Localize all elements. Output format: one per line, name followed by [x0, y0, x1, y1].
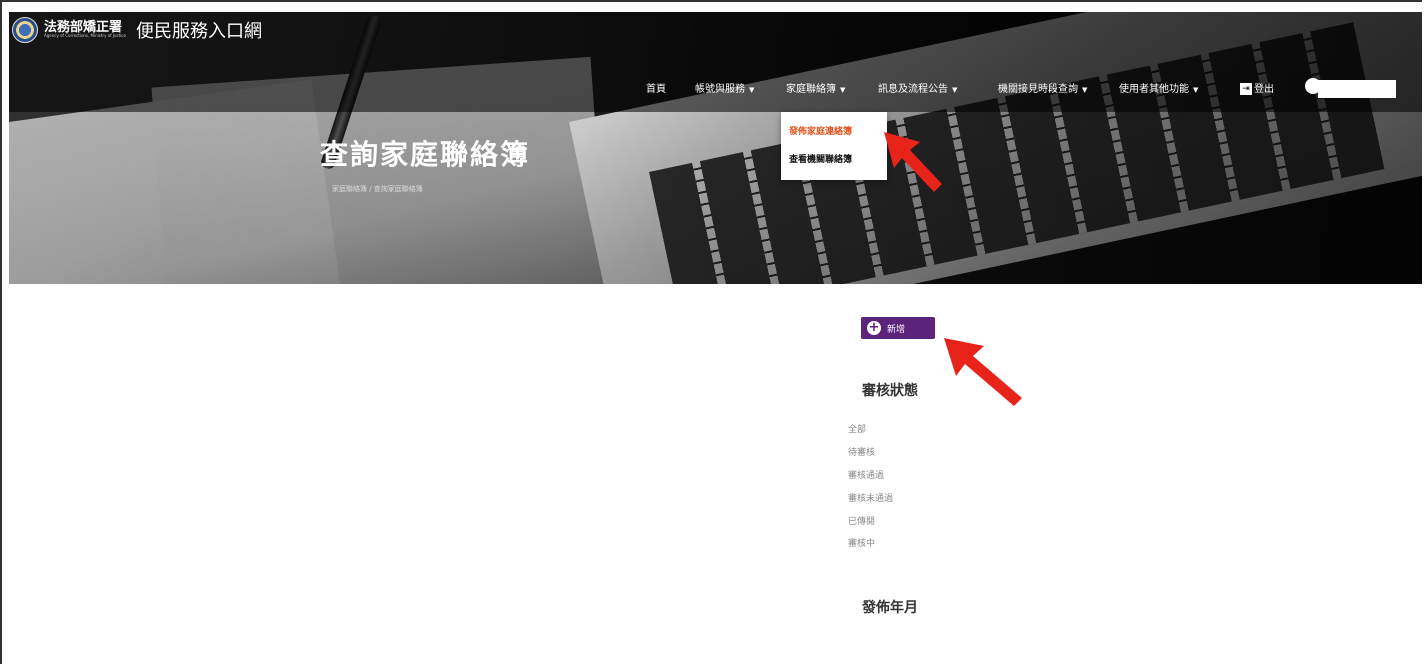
chevron-down-icon: ▼ — [952, 86, 958, 94]
nav-news-label: 訊息及流程公告 — [878, 84, 948, 95]
dropdown-item-publish[interactable]: 發佈家庭連絡簿 — [789, 124, 852, 137]
nav-family-book[interactable]: 家庭聯絡簿 ▼ — [786, 80, 845, 95]
plus-circle-icon: + — [867, 320, 881, 335]
logout-icon: ⇥ — [1240, 83, 1252, 95]
nav-home-label: 首頁 — [646, 84, 666, 95]
family-book-dropdown: 發佈家庭連絡簿 查看機關聯絡簿 — [781, 112, 887, 180]
page-title: 查詢家庭聯絡簿 — [320, 138, 531, 171]
nav-visit-query[interactable]: 機關接見時段查詢 ▼ — [998, 80, 1087, 95]
org-english-name: Agency of Corrections, Ministry of Justi… — [44, 33, 126, 39]
date-section-title: 發佈年月 — [862, 600, 918, 616]
status-filter-all[interactable]: 全部 — [848, 422, 866, 435]
portal-title: 便民服務入口網 — [135, 21, 262, 42]
nav-logout-label: 登出 — [1254, 84, 1274, 95]
nav-news[interactable]: 訊息及流程公告 ▼ — [878, 80, 957, 95]
dropdown-item-view[interactable]: 查看機關聯絡簿 — [789, 152, 852, 165]
nav-other[interactable]: 使用者其他功能 ▼ — [1119, 80, 1198, 95]
status-filter-rejected[interactable]: 審核未通過 — [848, 491, 893, 504]
user-name-redacted[interactable] — [1318, 80, 1396, 98]
nav-account-label: 帳號與服務 — [695, 84, 745, 95]
agency-seal-icon — [12, 17, 38, 43]
nav-family-book-label: 家庭聯絡簿 — [786, 84, 836, 95]
status-filter-approved[interactable]: 審核通過 — [848, 468, 884, 481]
chevron-down-icon: ▼ — [1193, 86, 1199, 94]
chevron-down-icon: ▼ — [749, 86, 755, 94]
status-section-title: 審核狀態 — [862, 383, 918, 399]
status-filter-circulated[interactable]: 已傳閱 — [848, 514, 875, 527]
nav-account[interactable]: 帳號與服務 ▼ — [695, 80, 754, 95]
main-nav: 首頁 帳號與服務 ▼ 家庭聯絡簿 ▼ 訊息及流程公告 ▼ 機關接見時段查詢 ▼ 使用者其… — [0, 80, 1424, 102]
chevron-down-icon: ▼ — [1082, 86, 1088, 94]
status-filter-reviewing[interactable]: 審核中 — [848, 536, 875, 549]
nav-visit-query-label: 機關接見時段查詢 — [998, 84, 1078, 95]
org-name-block: 法務部矯正署 Agency of Corrections, Ministry o… — [44, 21, 126, 39]
red-arrow-icon — [944, 338, 1022, 406]
breadcrumb: 家庭聯絡簿 / 查詢家庭聯絡簿 — [332, 185, 423, 193]
nav-logout[interactable]: ⇥ 登出 — [1240, 80, 1274, 95]
add-button[interactable]: + 新增 — [861, 317, 935, 339]
add-button-label: 新增 — [887, 324, 906, 335]
red-arrow-icon — [884, 132, 942, 192]
nav-other-label: 使用者其他功能 — [1119, 84, 1189, 95]
chevron-down-icon: ▼ — [840, 86, 846, 94]
nav-home[interactable]: 首頁 — [646, 80, 666, 95]
status-filter-pending[interactable]: 待審核 — [848, 445, 875, 458]
site-logo[interactable]: 法務部矯正署 Agency of Corrections, Ministry o… — [12, 17, 262, 43]
hero-banner — [9, 12, 1422, 284]
